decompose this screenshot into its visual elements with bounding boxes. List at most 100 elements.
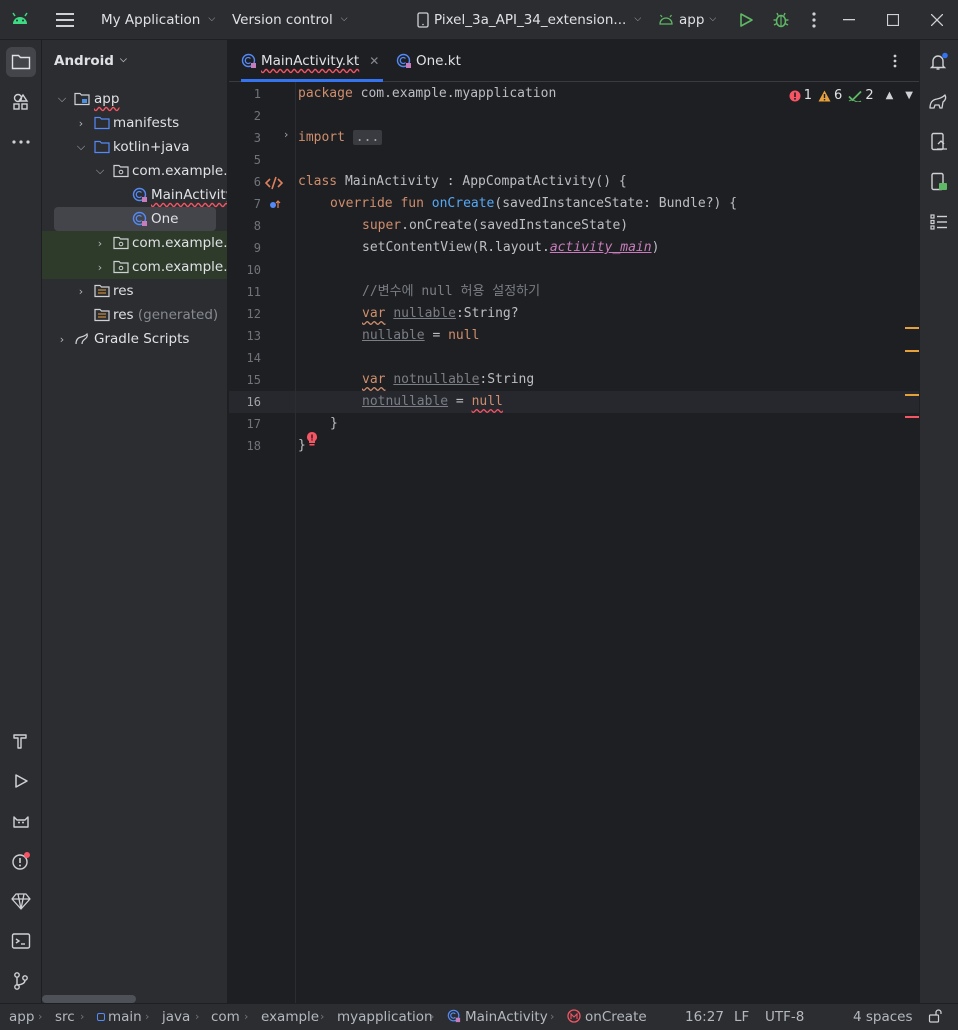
device-name: Pixel_3a_API_34_extension... xyxy=(434,11,627,28)
vcs-label: Version control xyxy=(232,11,333,28)
project-panel: Android ⌵ ⌵ app › manifests ⌵ kotlin+java… xyxy=(42,40,228,1003)
line-separator[interactable]: LF xyxy=(734,1004,749,1030)
folded-imports[interactable]: ... xyxy=(352,130,383,145)
breadcrumb-label: main xyxy=(108,1009,142,1025)
tree-item-kotlin-java[interactable]: ⌵ kotlin+java xyxy=(42,135,227,159)
tree-item-package-androidtest[interactable]: › com.example.m xyxy=(42,231,228,255)
code-text: setContentView(R.layout. xyxy=(362,240,550,255)
readonly-toggle[interactable] xyxy=(928,1004,942,1030)
tab-options-icon[interactable] xyxy=(893,40,897,82)
logcat-tool-button[interactable] xyxy=(6,806,36,836)
indent-setting[interactable]: 4 spaces xyxy=(853,1004,913,1030)
device-manager-button[interactable] xyxy=(924,127,954,157)
code-text: :String? xyxy=(455,306,519,321)
build-tool-button[interactable] xyxy=(6,726,36,756)
line-number-gutter: 1 2 3 5 6 7 8 9 10 11 12 13 14 15 16 17 … xyxy=(229,82,317,1003)
warning-icon xyxy=(818,90,831,101)
gradle-tool-button[interactable] xyxy=(924,87,954,117)
run-tool-button[interactable] xyxy=(6,766,36,796)
package-icon xyxy=(113,259,129,275)
project-selector[interactable]: My Application ⌵ xyxy=(101,0,215,40)
maximize-button[interactable] xyxy=(871,0,915,40)
inspection-widget[interactable]: 1 6 2 ▲ ▼ xyxy=(789,88,913,103)
error-icon xyxy=(789,90,801,101)
tree-item-res-generated[interactable]: res (generated) xyxy=(42,303,227,327)
breadcrumb-main[interactable]: main xyxy=(97,1004,142,1030)
tree-label: com.example.m xyxy=(132,235,228,251)
tree-item-mainactivity[interactable]: MainActivity xyxy=(42,183,227,207)
file-encoding[interactable]: UTF-8 xyxy=(765,1004,804,1030)
tree-item-manifests[interactable]: › manifests xyxy=(42,111,227,135)
horizontal-scrollbar[interactable] xyxy=(42,995,136,1003)
tab-label: MainActivity.kt xyxy=(261,53,360,69)
vcs-selector[interactable]: Version control ⌵ xyxy=(232,0,348,40)
android-config-icon xyxy=(659,14,673,25)
gradle-icon xyxy=(74,331,90,347)
warning-stripe-marker[interactable] xyxy=(905,394,919,396)
tree-label: manifests xyxy=(113,115,180,131)
kotlin-class-icon xyxy=(132,187,148,203)
breadcrumb-oncreate[interactable]: onCreate xyxy=(567,1004,647,1030)
line-number: 12 xyxy=(246,307,261,321)
version-control-tool-button[interactable] xyxy=(6,966,36,996)
breadcrumb-mainactivity[interactable]: MainActivity xyxy=(447,1004,548,1030)
fold-expand-icon[interactable]: › xyxy=(284,128,288,141)
close-button[interactable] xyxy=(915,0,958,40)
problems-tool-button[interactable] xyxy=(6,846,36,876)
comment: //변수에 null 허용 설정하기 xyxy=(362,284,541,299)
tree-label-extra: (generated) xyxy=(137,307,219,323)
breadcrumb-myapplication[interactable]: myapplication xyxy=(337,1004,433,1030)
warning-stripe-marker[interactable] xyxy=(905,350,919,352)
line-number: 11 xyxy=(246,285,261,299)
tree-item-package-test[interactable]: › com.example.m xyxy=(42,255,227,279)
more-actions-icon[interactable] xyxy=(812,0,816,40)
running-devices-button[interactable] xyxy=(924,167,954,197)
resource-manager-button[interactable] xyxy=(6,87,36,117)
breadcrumb-com[interactable]: com xyxy=(211,1004,240,1030)
error-stripe-marker[interactable] xyxy=(905,416,919,418)
tab-one[interactable]: One.kt xyxy=(396,40,461,82)
caret-position[interactable]: 16:27 xyxy=(685,1004,724,1030)
project-view-selector[interactable]: Android ⌵ xyxy=(54,53,127,69)
code-line-3: import ... xyxy=(298,127,383,149)
chevron-down-icon: ⌵ xyxy=(208,13,216,24)
code-text: } xyxy=(298,438,306,453)
tree-item-gradle-scripts[interactable]: › Gradle Scripts xyxy=(42,327,227,351)
run-button[interactable] xyxy=(738,0,754,40)
tab-mainactivity[interactable]: MainActivity.kt ✕ xyxy=(241,40,383,82)
layout-code-icon[interactable] xyxy=(265,176,283,190)
more-tools-icon[interactable] xyxy=(6,127,36,157)
tree-item-one[interactable]: One xyxy=(54,207,216,231)
chevron-right-icon: › xyxy=(59,332,65,346)
override-marker-icon[interactable] xyxy=(269,199,281,211)
android-logo-icon[interactable] xyxy=(10,0,30,40)
maximize-icon xyxy=(887,14,899,26)
minimize-button[interactable] xyxy=(827,0,871,40)
device-selector[interactable]: Pixel_3a_API_34_extension... ⌵ xyxy=(416,0,641,40)
gemini-tool-button[interactable] xyxy=(6,886,36,916)
breadcrumb-example[interactable]: example xyxy=(261,1004,319,1030)
warning-stripe-marker[interactable] xyxy=(905,327,919,329)
tree-label-main: res xyxy=(113,307,134,323)
breadcrumb-java[interactable]: java xyxy=(162,1004,190,1030)
close-tab-icon[interactable]: ✕ xyxy=(369,54,379,68)
main-menu-icon[interactable] xyxy=(56,0,74,40)
debug-button[interactable] xyxy=(772,0,790,40)
chevron-right-icon: › xyxy=(430,1010,435,1023)
structure-tool-button[interactable] xyxy=(924,207,954,237)
terminal-tool-button[interactable] xyxy=(6,926,36,956)
notifications-button[interactable] xyxy=(924,47,954,77)
tree-item-package-main[interactable]: ⌵ com.example.m xyxy=(42,159,227,183)
chevron-up-icon[interactable]: ▲ xyxy=(886,90,894,101)
code-editor[interactable]: MainActivity.kt ✕ One.kt 1 6 2 ▲ ▼ 1 2 3… xyxy=(229,40,919,1003)
tree-item-app[interactable]: ⌵ app xyxy=(42,87,227,111)
breadcrumb-app[interactable]: app xyxy=(9,1004,34,1030)
tree-item-res[interactable]: › res xyxy=(42,279,227,303)
function-name: onCreate xyxy=(431,196,495,211)
chevron-down-icon[interactable]: ▼ xyxy=(905,90,913,101)
problems-icon xyxy=(12,852,30,870)
breadcrumb-src[interactable]: src xyxy=(55,1004,75,1030)
run-config-selector[interactable]: app ⌵ xyxy=(658,0,716,40)
project-tool-button[interactable] xyxy=(6,47,36,77)
line-number: 1 xyxy=(253,87,261,101)
